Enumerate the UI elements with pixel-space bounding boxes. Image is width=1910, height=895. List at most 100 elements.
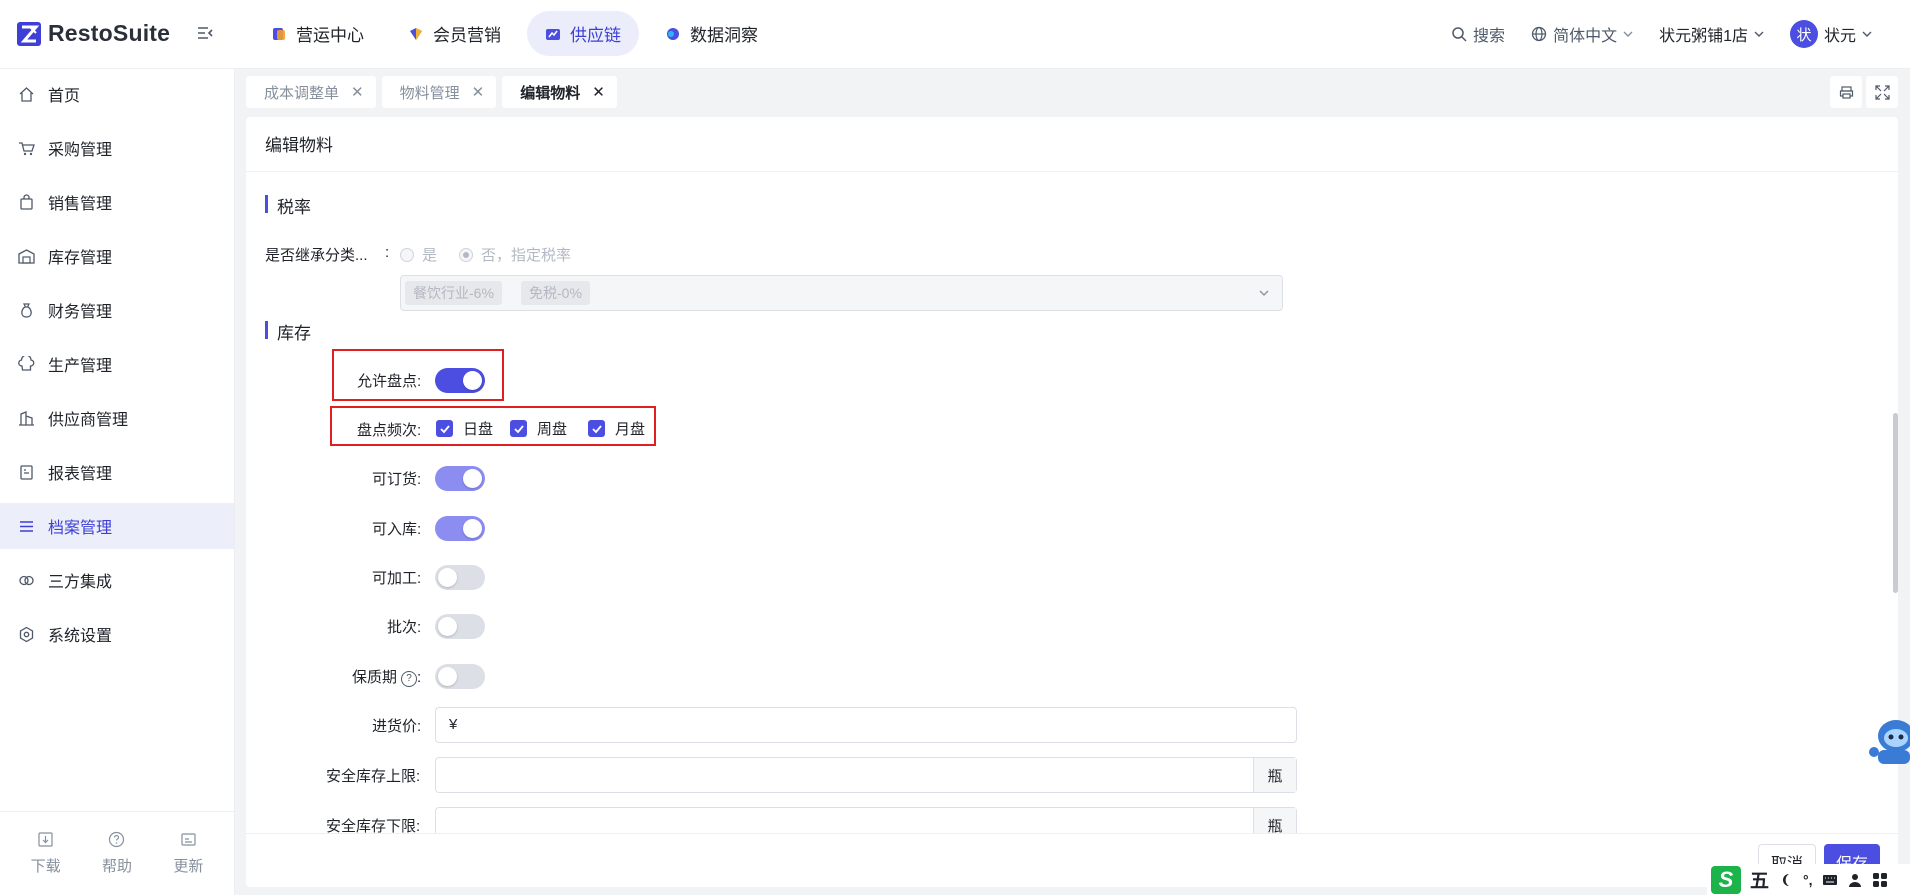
radio-inherit-no[interactable]: 否，指定税率 [459,244,571,265]
store-label: 状元粥铺1店 [1659,28,1748,45]
page-tab-cost-adjust[interactable]: 成本调整单 ✕ [246,76,376,108]
shelf-life-switch[interactable] [435,664,485,689]
nav-tab-ops-center[interactable]: 营运中心 [253,11,382,56]
inherit-tax-label: 是否继承分类... [265,247,368,264]
sidebar-item-label: 系统设置 [48,628,113,645]
nav-tab-supply-chain[interactable]: 供应链 [527,11,639,56]
form-footer: 取消 保存 [246,833,1898,887]
language-dropdown[interactable]: 简体中文 [1531,22,1633,46]
globe-icon [1531,26,1547,42]
sidebar-item-sales[interactable]: 销售管理 [0,179,234,225]
divider [246,171,1898,172]
sidebar-item-label: 首页 [48,88,81,105]
collapse-menu-icon[interactable] [196,24,214,42]
page-tabs: 成本调整单 ✕ 物料管理 ✕ 编辑物料 ✕ [246,76,617,108]
page-tab-edit-material[interactable]: 编辑物料 ✕ [502,76,617,108]
batch-label: 批次: [387,619,422,636]
download-button[interactable]: 下载 [31,831,61,876]
top-right-tools: 搜索 简体中文 状元粥铺1店 状 状元 [1451,0,1872,68]
orderable-switch[interactable] [435,466,485,491]
moon-icon[interactable] [1778,872,1794,888]
sidebar-item-finance[interactable]: 财务管理 [0,287,234,333]
search-button[interactable]: 搜索 [1451,22,1505,46]
close-icon[interactable]: ✕ [472,83,485,101]
restosuite-logo-icon [17,21,41,46]
orderable-label: 可订货: [372,471,422,488]
receivable-label: 可入库: [372,521,422,538]
allow-count-switch[interactable] [435,368,485,393]
sidebar-item-label: 三方集成 [48,574,113,591]
brand-name: RestoSuite [48,20,171,46]
radio-inherit-yes[interactable]: 是 [400,244,437,265]
tax-tag: 免税-0% [521,281,590,305]
supply-chain-icon [546,28,560,40]
shelf-life-label: 保质期?: [352,669,422,687]
nav-tab-member-marketing[interactable]: 会员营销 [390,11,519,56]
checkbox-checked-icon [510,420,527,437]
sidebar-item-home[interactable]: 首页 [0,71,234,117]
sidebar-item-label: 采购管理 [48,142,113,159]
print-button[interactable] [1830,76,1862,108]
store-dropdown[interactable]: 状元粥铺1店 [1659,22,1764,46]
download-icon [38,832,53,847]
keyboard-icon[interactable] [1822,872,1838,888]
logo[interactable]: RestoSuite [16,20,170,47]
ime-mode[interactable]: 五 [1750,866,1769,893]
safety-upper-label: 安全库存上限: [326,768,421,785]
count-freq-label: 盘点频次: [357,422,422,439]
page-tab-label: 成本调整单 [264,84,340,102]
user-icon[interactable] [1847,872,1863,888]
tax-rate-select[interactable]: 餐饮行业-6% 免税-0% [400,275,1283,311]
tax-tag: 餐饮行业-6% [405,281,502,305]
switch-knob [438,568,457,587]
switch-knob [463,469,482,488]
update-button[interactable]: 更新 [173,831,203,876]
purchase-price-input[interactable]: ¥ [435,707,1297,743]
ime-punctuation[interactable]: °, [1803,872,1813,888]
radio-circle [400,247,414,262]
close-icon[interactable]: ✕ [592,83,605,101]
sidebar-item-reports[interactable]: 报表管理 [0,449,234,495]
safety-stock-upper-input[interactable]: 瓶 [435,757,1297,793]
checkbox-checked-icon [588,420,605,437]
update-icon [181,833,196,846]
chevron-down-icon [1754,31,1764,37]
sidebar-item-production[interactable]: 生产管理 [0,341,234,387]
processable-label: 可加工: [372,570,422,587]
language-label: 简体中文 [1553,28,1618,45]
assistant-robot-icon[interactable] [1866,706,1910,772]
edit-material-form: 编辑物料 税率 是否继承分类... : 是 否，指定税率 餐饮行业-6% 免税-… [246,117,1898,887]
checkbox-monthly[interactable]: 月盘 [588,418,645,439]
sidebar-item-label: 库存管理 [48,250,113,267]
batch-switch[interactable] [435,614,485,639]
sogou-logo-icon[interactable]: S [1711,865,1741,894]
radio-circle [459,247,473,262]
sidebar-item-inventory[interactable]: 库存管理 [0,233,234,279]
fullscreen-button[interactable] [1866,76,1898,108]
help-icon [109,831,125,848]
currency-prefix: ¥ [449,716,458,733]
nav-tab-label: 营运中心 [296,26,364,45]
grid-icon[interactable] [1872,872,1888,888]
update-label: 更新 [173,858,204,875]
sidebar-item-label: 档案管理 [48,520,113,537]
checkbox-daily[interactable]: 日盘 [436,418,493,439]
close-icon[interactable]: ✕ [351,83,364,101]
help-button[interactable]: 帮助 [102,831,132,876]
page-tab-material-mgmt[interactable]: 物料管理 ✕ [381,76,497,108]
receivable-switch[interactable] [435,516,485,541]
sidebar-item-integration[interactable]: 三方集成 [0,557,234,603]
sidebar-item-label: 生产管理 [48,358,113,375]
help-icon[interactable]: ? [401,671,418,687]
sidebar-item-purchase[interactable]: 采购管理 [0,125,234,171]
page-tab-label: 编辑物料 [520,84,581,102]
scrollbar[interactable] [1893,413,1898,593]
sidebar-item-supplier[interactable]: 供应商管理 [0,395,234,441]
processable-switch[interactable] [435,565,485,590]
user-menu[interactable]: 状 状元 [1789,20,1872,48]
sidebar-item-archives[interactable]: 档案管理 [0,503,234,549]
radio-label: 是 [422,247,438,264]
checkbox-weekly[interactable]: 周盘 [510,418,567,439]
sidebar-item-settings[interactable]: 系统设置 [0,611,234,657]
nav-tab-data-insight[interactable]: 数据洞察 [647,11,776,56]
